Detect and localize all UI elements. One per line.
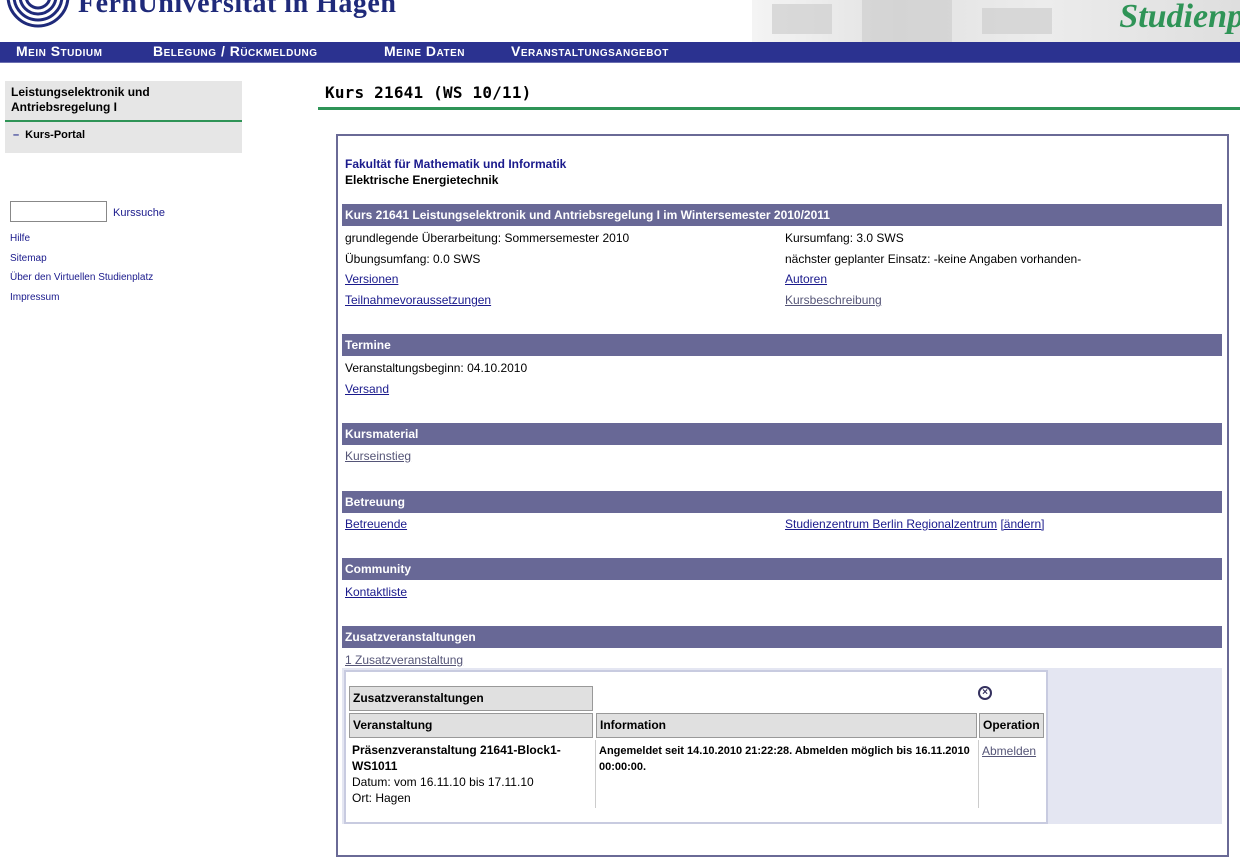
event-date: Datum: vom 16.11.10 bis 17.11.10	[352, 775, 534, 789]
abmelden-link[interactable]: Abmelden	[982, 743, 1036, 759]
sidebar-course-title: Leistungselektronik und Antriebsregelung…	[11, 85, 150, 114]
start-date-text: Veranstaltungsbeginn: 04.10.2010	[345, 361, 528, 375]
divider	[595, 740, 596, 808]
exercise-scope-text: Übungsumfang: 0.0 SWS	[345, 252, 481, 266]
course-description-link[interactable]: Kursbeschreibung	[785, 293, 882, 307]
community-section-header: Community	[342, 558, 1222, 580]
close-icon[interactable]: ×	[978, 686, 992, 700]
next-use-text: nächster geplanter Einsatz: -keine Angab…	[785, 252, 1082, 266]
termine-section-header: Termine	[342, 334, 1222, 356]
versand-link[interactable]: Versand	[345, 382, 389, 396]
divider	[978, 740, 979, 808]
zusatz-section-header: Zusatzveranstaltungen	[342, 626, 1222, 648]
kursmaterial-section-header: Kursmaterial	[342, 423, 1222, 445]
table-row-event: Präsenzveranstaltung 21641-Block1-WS1011…	[352, 742, 588, 806]
betreuende-link[interactable]: Betreuende	[345, 517, 407, 531]
main-navigation: Mein Studium Belegung / Rückmeldung Mein…	[0, 42, 1240, 63]
prerequisites-link[interactable]: Teilnahmevoraussetzungen	[345, 293, 491, 307]
authors-link[interactable]: Autoren	[785, 272, 827, 286]
nav-meine-daten[interactable]: Meine Daten	[384, 43, 465, 59]
about-link[interactable]: Über den Virtuellen Studienplatz	[10, 268, 153, 288]
sidebar-course-box: Leistungselektronik und Antriebsregelung…	[5, 81, 242, 153]
studienplatz-brand: Studienp	[1119, 0, 1240, 35]
nav-veranstaltungsangebot[interactable]: Veranstaltungsangebot	[511, 43, 669, 59]
zusatz-table-title: Zusatzveranstaltungen	[349, 686, 593, 711]
page-title: Kurs 21641 (WS 10/11)	[325, 83, 532, 102]
title-underline	[318, 107, 1240, 110]
zusatz-table-container: Zusatzveranstaltungen × Veranstaltung In…	[342, 668, 1222, 824]
registration-info: Angemeldet seit 14.10.2010 21:22:28. Abm…	[599, 745, 970, 773]
university-name: FernUniversität in Hagen	[78, 0, 397, 19]
impressum-link[interactable]: Impressum	[10, 288, 153, 308]
subject-name: Elektrische Energietechnik	[345, 173, 499, 187]
event-place: Ort: Hagen	[352, 791, 411, 805]
zusatz-table: Zusatzveranstaltungen × Veranstaltung In…	[344, 670, 1048, 824]
faculty-name: Fakultät für Mathematik und Informatik	[345, 157, 567, 171]
zusatzveranstaltung-link[interactable]: 1 Zusatzveranstaltung	[345, 653, 463, 667]
dash-icon: –	[13, 129, 20, 141]
nav-mein-studium[interactable]: Mein Studium	[16, 43, 102, 59]
study-center: Studienzentrum Berlin Regionalzentrum [ä…	[785, 517, 1045, 531]
column-header-information: Information	[596, 713, 977, 738]
sidebar-item-kurs-portal[interactable]: – Kurs-Portal	[13, 129, 85, 141]
sitemap-link[interactable]: Sitemap	[10, 249, 153, 269]
revision-text: grundlegende Überarbeitung: Sommersemest…	[345, 231, 630, 245]
course-search-link[interactable]: Kurssuche	[113, 207, 165, 219]
header: FernUniversität in Hagen Studienp	[0, 0, 1240, 42]
betreuung-section-header: Betreuung	[342, 491, 1222, 513]
course-search-input[interactable]	[10, 201, 107, 222]
study-center-link[interactable]: Studienzentrum Berlin Regionalzentrum	[785, 517, 997, 531]
course-portal-panel: Fakultät für Mathematik und Informatik E…	[336, 134, 1229, 857]
versions-link[interactable]: Versionen	[345, 272, 398, 286]
sidebar-item-label: Kurs-Portal	[25, 129, 86, 141]
column-header-veranstaltung: Veranstaltung	[349, 713, 593, 738]
divider	[5, 120, 242, 122]
help-link[interactable]: Hilfe	[10, 229, 153, 249]
event-name: Präsenzveranstaltung 21641-Block1-WS1011	[352, 743, 561, 773]
column-header-operation: Operation	[979, 713, 1044, 738]
change-study-center-link[interactable]: [ändern]	[1000, 517, 1044, 531]
nav-belegung-rueckmeldung[interactable]: Belegung / Rückmeldung	[153, 43, 318, 59]
course-section-header: Kurs 21641 Leistungselektronik und Antri…	[342, 204, 1222, 226]
course-scope-text: Kursumfang: 3.0 SWS	[785, 231, 904, 245]
kurseinstieg-link[interactable]: Kurseinstieg	[345, 449, 411, 463]
kontaktliste-link[interactable]: Kontaktliste	[345, 585, 407, 599]
sidebar-links: Hilfe Sitemap Über den Virtuellen Studie…	[10, 229, 153, 307]
university-logo	[6, 0, 70, 28]
